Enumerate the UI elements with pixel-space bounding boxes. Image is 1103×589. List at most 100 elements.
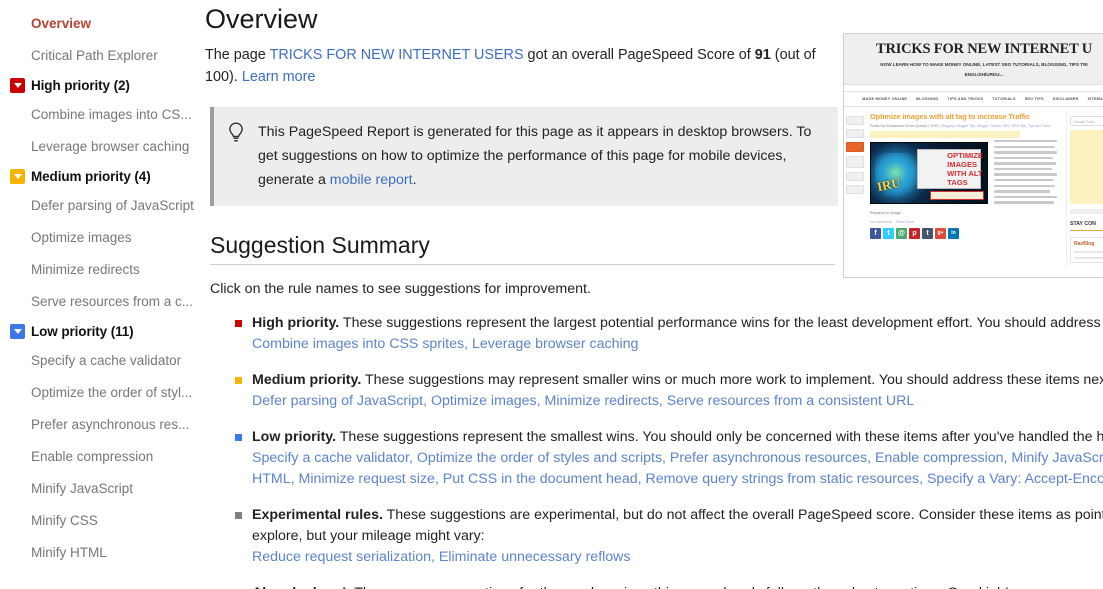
- preview-widget-blog-title: RaxBlog: [1074, 241, 1095, 247]
- sidebar-item-defer-parsing-of-javascript[interactable]: Defer parsing of JavaScript: [0, 190, 200, 222]
- preview-widget-stay-connected: STAY CON: [1070, 221, 1103, 231]
- intro-middle: got an overall PageSpeed Score of: [523, 47, 755, 63]
- sidebar-item-minify-javascript[interactable]: Minify JavaScript: [0, 473, 200, 505]
- email-icon: @: [896, 227, 907, 239]
- preview-divider: [1070, 209, 1103, 214]
- suggestion-lead: Low priority.: [252, 429, 337, 445]
- share-chip-icon: [846, 185, 864, 194]
- priority-bullet-icon: [235, 434, 242, 441]
- suggestion-list: High priority. These suggestions represe…: [205, 313, 1103, 589]
- sidebar-group-label: Medium priority (4): [31, 169, 151, 184]
- suggestion-body-continued: explore, but your mileage might vary:: [252, 528, 485, 544]
- suggestion-links[interactable]: Specify a cache validator, Optimize the …: [252, 448, 1103, 469]
- sidebar-item-enable-compression[interactable]: Enable compression: [0, 441, 200, 473]
- suggestion-body: There are no suggestions for these rules…: [351, 585, 1009, 589]
- caption-line-1: OPTIMIZE: [947, 151, 983, 160]
- suggestion-body: These suggestions represent the largest …: [339, 315, 1103, 331]
- sidebar-item-critical-path-explorer[interactable]: Critical Path Explorer: [0, 40, 200, 72]
- sidebar-item-optimize-the-order-of-styles[interactable]: Optimize the order of styl...: [0, 377, 200, 409]
- priority-bullet-icon: [235, 377, 242, 384]
- preview-post-meta: Posted by Muhammad Ehsan Qureshi | 19:87…: [870, 124, 1062, 128]
- preview-required-text: Required on Image...: [870, 210, 904, 215]
- desktop-report-notice: This PageSpeed Report is generated for t…: [210, 107, 838, 206]
- preview-site-tagline-2: ENGLISH/URDU...: [964, 72, 1004, 77]
- sidebar-group-medium-priority[interactable]: Medium priority (4): [0, 163, 200, 190]
- preview-site-tagline-1: NOW LEARN HOW TO MAKE MONEY ONLINE, LATE…: [880, 62, 1088, 67]
- lightbulb-icon: [226, 120, 248, 192]
- preview-highlight-bar: [870, 131, 1020, 138]
- priority-bullet-icon: [235, 320, 242, 327]
- preview-read-more: Read More: [896, 219, 914, 224]
- preview-body: Optimize images with alt tag to increase…: [844, 112, 1103, 267]
- suggestion-lead: Experimental rules.: [252, 507, 383, 523]
- suggestion-summary-heading: Suggestion Summary: [210, 230, 835, 265]
- chevron-down-icon[interactable]: [10, 78, 25, 93]
- analyzed-page-link[interactable]: TRICKS FOR NEW INTERNET USERS: [270, 47, 524, 63]
- suggestion-lead: Already done!.: [252, 585, 351, 589]
- share-chip-icon: [846, 142, 864, 152]
- chevron-down-icon[interactable]: [10, 324, 25, 339]
- preview-nav-item: BLOGGING: [916, 97, 939, 101]
- learn-more-link[interactable]: Learn more: [242, 69, 316, 85]
- sidebar-item-minify-css[interactable]: Minify CSS: [0, 505, 200, 537]
- preview-post-title: Optimize images with alt tag to increase…: [870, 112, 1030, 121]
- notice-tail: .: [412, 172, 417, 188]
- preview-nav-item: SEO TIPS: [1024, 97, 1044, 101]
- chevron-down-icon[interactable]: [10, 169, 25, 184]
- sidebar-item-specify-a-cache-validator[interactable]: Specify a cache validator: [0, 345, 200, 377]
- sidebar-group-high-priority[interactable]: High priority (2): [0, 72, 200, 99]
- sidebar-group-low-priority[interactable]: Low priority (11): [0, 318, 200, 345]
- suggestion-body: These suggestions may represent smaller …: [361, 372, 1103, 388]
- sidebar-item-leverage-browser-caching[interactable]: Leverage browser caching: [0, 131, 200, 163]
- page-title: Overview: [205, 4, 318, 34]
- preview-ad-block: [1070, 130, 1103, 204]
- sidebar-item-combine-images-into-css-sprites[interactable]: Combine images into CS...: [0, 99, 200, 131]
- suggestion-links[interactable]: Combine images into CSS sprites, Leverag…: [252, 334, 1103, 355]
- click-hint-text: Click on the rule names to see suggestio…: [210, 281, 591, 297]
- preview-sidebar: Google Trans STAY CON RaxBlog: [1066, 112, 1103, 267]
- facebook-icon: f: [870, 227, 881, 239]
- sidebar-item-optimize-images[interactable]: Optimize images: [0, 222, 200, 254]
- suggestion-already-done: Already done!. There are no suggestions …: [235, 583, 1103, 589]
- preview-image-caption: OPTIMIZE IMAGES WITH ALT TAGS: [947, 151, 983, 187]
- share-chip-icon: [846, 129, 864, 138]
- preview-image-annotation-box: [930, 191, 984, 200]
- sidebar-group-label: High priority (2): [31, 78, 130, 93]
- suggestion-links-continued[interactable]: HTML, Minimize request size, Put CSS in …: [252, 469, 1103, 490]
- sidebar-item-serve-resources-from-a-consistent-url[interactable]: Serve resources from a c...: [0, 286, 200, 318]
- sidebar-item-minimize-redirects[interactable]: Minimize redirects: [0, 254, 200, 286]
- suggestion-links[interactable]: Defer parsing of JavaScript, Optimize im…: [252, 391, 1103, 412]
- preview-post-tags: Blogging, Blogger Tips, Blogger Tutorial…: [941, 124, 1051, 128]
- preview-post: Optimize images with alt tag to increase…: [866, 112, 1066, 267]
- preview-widget-blog: RaxBlog: [1070, 237, 1103, 263]
- overview-intro: The page TRICKS FOR NEW INTERNET USERS g…: [205, 44, 817, 88]
- mobile-report-link[interactable]: mobile report: [330, 172, 413, 188]
- sidebar-item-prefer-asynchronous-resources[interactable]: Prefer asynchronous res...: [0, 409, 200, 441]
- priority-bullet-icon: [235, 512, 242, 519]
- sidebar-item-overview[interactable]: Overview: [0, 8, 200, 40]
- sidebar-group-label: Low priority (11): [31, 324, 134, 339]
- sidebar-item-minify-html[interactable]: Minify HTML: [0, 537, 200, 569]
- pinterest-icon: p: [909, 227, 920, 239]
- intro-before-link: The page: [205, 47, 270, 63]
- suggestion-experimental-rules: Experimental rules. These suggestions ar…: [235, 505, 1103, 568]
- share-chip-icon: [846, 156, 864, 168]
- linkedin-icon: in: [948, 227, 959, 239]
- suggestion-high-priority: High priority. These suggestions represe…: [235, 313, 1103, 355]
- preview-canvas: TRICKS FOR NEW INTERNET U NOW LEARN HOW …: [844, 34, 1103, 277]
- suggestion-medium-priority: Medium priority. These suggestions may r…: [235, 370, 1103, 412]
- share-chip-icon: [846, 172, 864, 181]
- preview-comment-row: No comments Read More: [870, 220, 1062, 224]
- suggestion-links[interactable]: Reduce request serialization, Eliminate …: [252, 547, 1103, 568]
- preview-nav-item: TUTORIALS: [992, 97, 1016, 101]
- preview-post-image: IRU OPTIMIZE IMAGES WITH ALT TAGS: [870, 142, 988, 204]
- pagespeed-score: 91: [754, 47, 771, 63]
- caption-line-3: WITH ALT: [947, 169, 983, 178]
- google-plus-icon: g+: [935, 227, 946, 239]
- caption-line-4: TAGS: [947, 178, 968, 187]
- twitter-icon: t: [883, 227, 894, 239]
- preview-site-title: TRICKS FOR NEW INTERNET U: [875, 41, 1093, 57]
- preview-site-nav: MAKE MONEY ONLINE BLOGGING TIPS AND TRIC…: [844, 91, 1103, 107]
- preview-post-author: Posted by Muhammad Ehsan Qureshi | 19:87…: [870, 124, 942, 128]
- preview-comment-count: No comments: [870, 219, 893, 224]
